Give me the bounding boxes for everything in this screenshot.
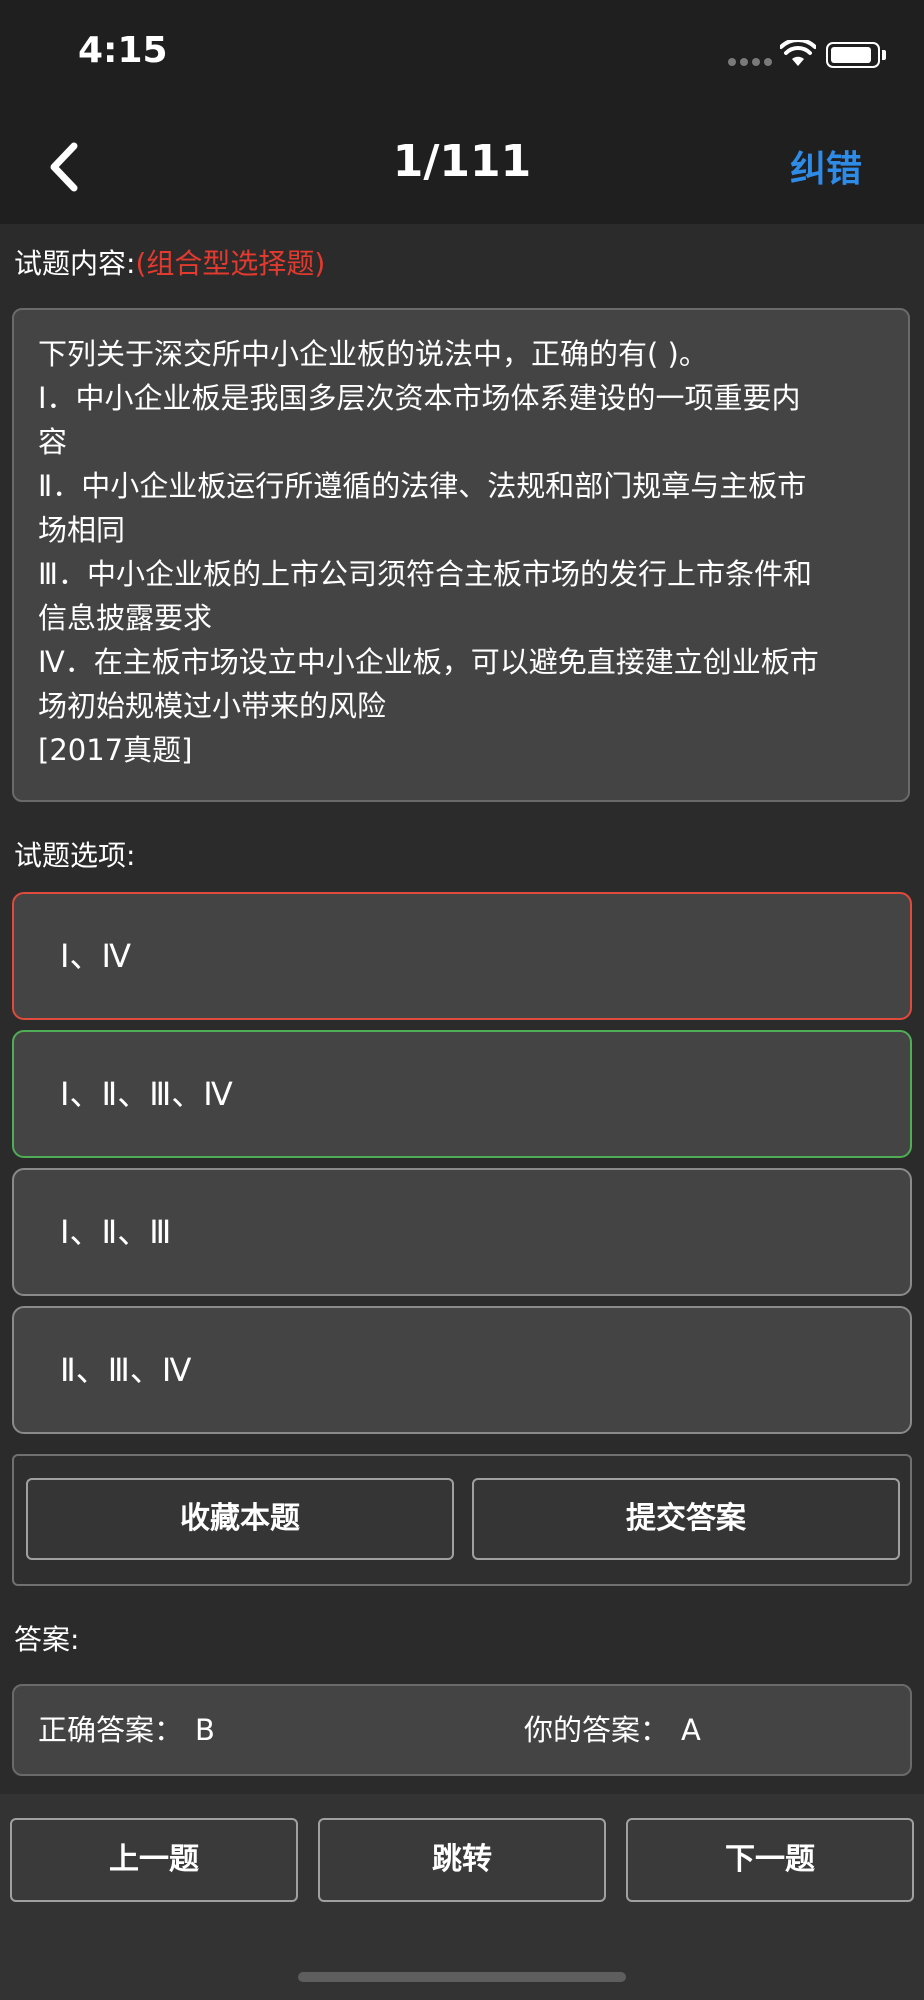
option-c[interactable]: Ⅰ、Ⅱ、Ⅲ <box>12 1168 912 1296</box>
question-line: Ⅱ．中小企业板运行所遵循的法律、法规和部门规章与主板市 <box>38 469 807 503</box>
question-line: [2017真题] <box>38 733 193 767</box>
cellular-signal-icon <box>728 58 772 66</box>
previous-question-button[interactable]: 上一题 <box>10 1818 298 1902</box>
question-line: Ⅳ．在主板市场设立中小企业板，可以避免直接建立创业板市 <box>38 645 819 679</box>
question-line: 容 <box>38 425 68 459</box>
your-answer-value: A <box>681 1713 701 1747</box>
submit-answer-button[interactable]: 提交答案 <box>472 1478 900 1560</box>
your-answer-label: 你的答案： <box>524 1713 670 1747</box>
option-text: Ⅰ、Ⅱ、Ⅲ、Ⅳ <box>60 1075 233 1113</box>
status-time: 4:15 <box>78 30 168 71</box>
next-question-button[interactable]: 下一题 <box>626 1818 914 1902</box>
option-text: Ⅱ、Ⅲ、Ⅳ <box>60 1351 192 1389</box>
question-line: Ⅰ．中小企业板是我国多层次资本市场体系建设的一项重要内 <box>38 381 801 415</box>
correct-answer-label: 正确答案： <box>38 1713 184 1747</box>
question-line: 场相同 <box>38 513 126 547</box>
option-b[interactable]: Ⅰ、Ⅱ、Ⅲ、Ⅳ <box>12 1030 912 1158</box>
options-label: 试题选项: <box>14 839 136 872</box>
option-d[interactable]: Ⅱ、Ⅲ、Ⅳ <box>12 1306 912 1434</box>
correct-answer-value: B <box>195 1713 215 1747</box>
option-a[interactable]: Ⅰ、Ⅳ <box>12 892 912 1020</box>
favorite-button[interactable]: 收藏本题 <box>26 1478 454 1560</box>
answer-box: 正确答案： B 你的答案： A <box>12 1684 912 1776</box>
option-text: Ⅰ、Ⅱ、Ⅲ <box>60 1213 172 1251</box>
question-line: 信息披露要求 <box>38 601 213 635</box>
your-answer: 你的答案： A <box>524 1686 701 1774</box>
question-line: 场初始规模过小带来的风险 <box>38 689 387 723</box>
answer-label: 答案: <box>14 1623 80 1656</box>
battery-cap <box>882 50 886 60</box>
battery-icon <box>826 42 880 68</box>
bottom-nav-bar: 上一题 跳转 下一题 <box>0 1794 924 2000</box>
question-label: 试题内容: <box>14 247 136 280</box>
report-error-button[interactable]: 纠错 <box>790 140 862 192</box>
wifi-icon <box>780 40 816 66</box>
jump-button[interactable]: 跳转 <box>318 1818 606 1902</box>
question-line: Ⅲ．中小企业板的上市公司须符合主板市场的发行上市条件和 <box>38 557 812 591</box>
home-indicator[interactable] <box>298 1972 626 1982</box>
question-box: 下列关于深交所中小企业板的说法中，正确的有( )。 Ⅰ．中小企业板是我国多层次资… <box>12 308 910 802</box>
page-title: 1/111 <box>392 136 532 187</box>
nav-bar: 1/111 纠错 <box>0 110 924 224</box>
question-type-tag: (组合型选择题) <box>135 247 326 280</box>
option-text: Ⅰ、Ⅳ <box>60 937 131 975</box>
action-panel: 收藏本题 提交答案 <box>12 1454 912 1586</box>
question-section-label: 试题内容:(组合型选择题) <box>14 242 325 282</box>
correct-answer: 正确答案： B <box>38 1686 215 1774</box>
question-line: 下列关于深交所中小企业板的说法中，正确的有( )。 <box>38 337 708 371</box>
status-bar: 4:15 <box>0 0 924 110</box>
